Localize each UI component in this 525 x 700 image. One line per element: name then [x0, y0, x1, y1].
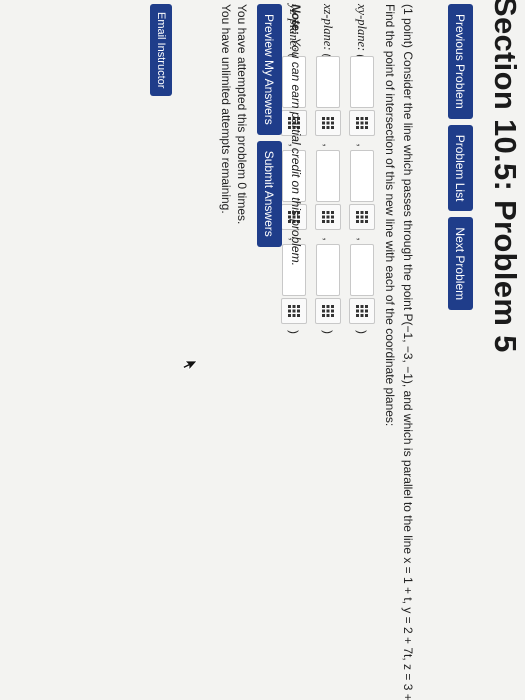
- matrix-grid-icon[interactable]: [349, 298, 375, 324]
- remaining-text: You have unlimited attempts remaining.: [219, 4, 233, 214]
- matrix-grid-icon[interactable]: [315, 204, 341, 230]
- coordinate-answer-input[interactable]: [316, 150, 340, 202]
- next-problem-button[interactable]: Next Problem: [448, 217, 473, 311]
- matrix-grid-icon[interactable]: [349, 204, 375, 230]
- answer-group: [349, 244, 375, 324]
- answer-group: [349, 150, 375, 230]
- attempts-text: You have attempted this problem 0 times.: [235, 4, 249, 225]
- matrix-grid-icon[interactable]: [315, 298, 341, 324]
- answer-actions: Preview My Answers Submit Answers: [257, 4, 282, 247]
- closing-parenthesis: ): [355, 330, 369, 334]
- preview-answers-button[interactable]: Preview My Answers: [257, 4, 282, 135]
- previous-problem-button[interactable]: Previous Problem: [448, 4, 473, 119]
- matrix-grid-icon[interactable]: [281, 298, 307, 324]
- closing-parenthesis: ): [321, 330, 335, 334]
- problem-list-button[interactable]: Problem List: [448, 124, 473, 212]
- note-text: You can earn partial credit on this prob…: [289, 34, 303, 266]
- email-section: Email Instructor: [150, 4, 172, 97]
- plane-row: xz-plane: (,,): [313, 4, 343, 694]
- coordinate-separator: ,: [321, 143, 335, 147]
- matrix-grid-icon[interactable]: [315, 110, 341, 136]
- plane-label: xy-plane: (: [355, 4, 370, 59]
- page-title: Section 10.5: Problem 5: [488, 0, 523, 353]
- problem-line-1: (1 point) Consider the line which passes…: [401, 4, 415, 700]
- coordinate-answer-input[interactable]: [350, 244, 374, 296]
- problem-navigation: Previous Problem Problem List Next Probl…: [448, 4, 473, 311]
- coordinate-answer-input[interactable]: [350, 56, 374, 108]
- problem-line-2: Find the point of intersection of this n…: [383, 4, 397, 427]
- email-instructor-button[interactable]: Email Instructor: [150, 4, 172, 97]
- answer-group: [315, 150, 341, 230]
- plane-row: xy-plane: (,,): [347, 4, 377, 694]
- mouse-pointer-icon: [182, 360, 198, 372]
- plane-label: xz-plane: (: [321, 4, 336, 58]
- closing-parenthesis: ): [287, 330, 301, 334]
- submit-answers-button[interactable]: Submit Answers: [257, 140, 282, 247]
- attempt-status: You have attempted this problem 0 times.…: [218, 4, 250, 224]
- coordinate-separator: ,: [355, 143, 369, 147]
- coordinate-answer-input[interactable]: [316, 56, 340, 108]
- answer-group: [315, 244, 341, 324]
- note-label: Note:: [289, 4, 303, 35]
- coordinate-answer-input[interactable]: [316, 244, 340, 296]
- coordinate-answer-input[interactable]: [350, 150, 374, 202]
- photographed-screen: Section 10.5: Problem 5 Previous Problem…: [0, 0, 525, 700]
- partial-credit-note: Note: You can earn partial credit on thi…: [289, 4, 303, 266]
- coordinate-separator: ,: [355, 237, 369, 241]
- matrix-grid-icon[interactable]: [349, 110, 375, 136]
- coordinate-separator: ,: [321, 237, 335, 241]
- answer-group: [315, 56, 341, 136]
- answer-group: [349, 56, 375, 136]
